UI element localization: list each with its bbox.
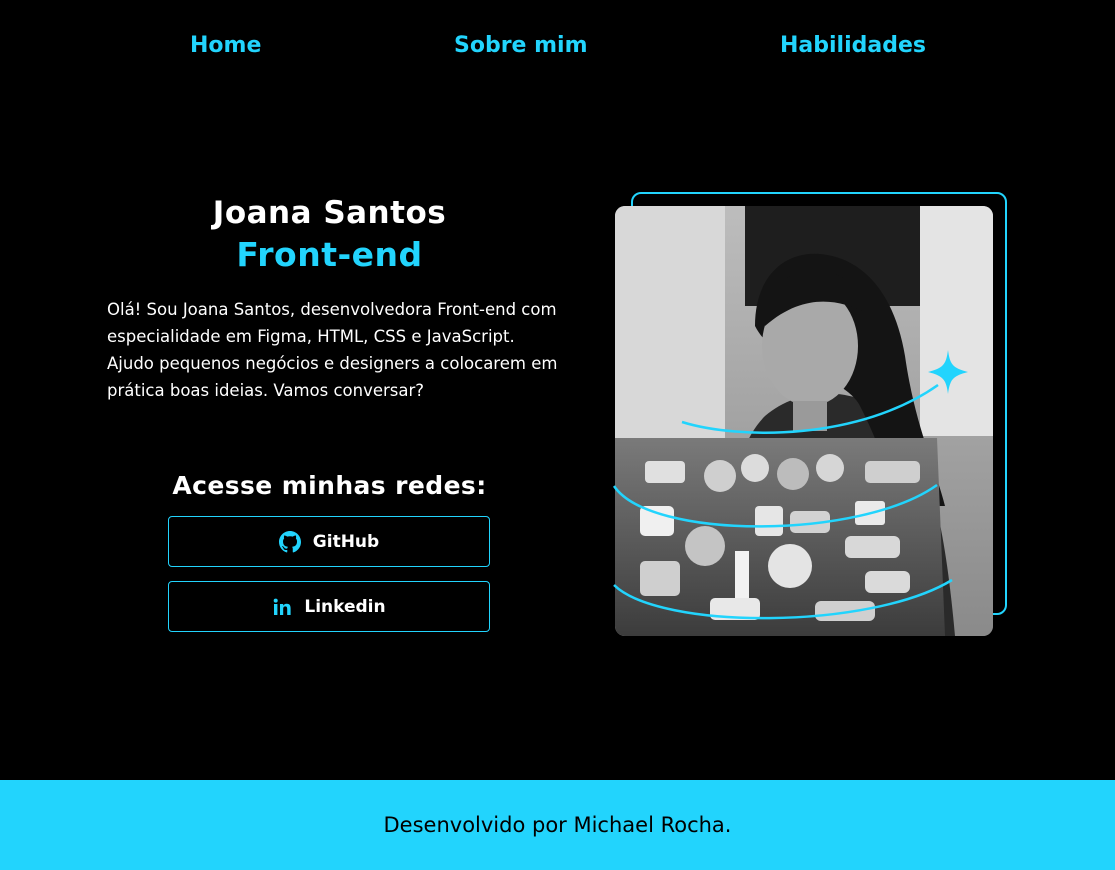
linkedin-label: Linkedin [304,596,386,617]
social-title: Acesse minhas redes: [172,471,487,500]
hero-bio: Olá! Sou Joana Santos, desenvolvedora Fr… [107,300,558,400]
profile-photo [615,206,993,636]
github-button[interactable]: GitHub [168,516,490,567]
footer: Desenvolvido por Michael Rocha. [0,780,1115,870]
linkedin-icon [272,597,292,617]
hero-name: Joana Santos [212,195,447,231]
main-nav: Home Sobre mim Habilidades [0,0,1115,95]
nav-link-home[interactable]: Home [190,33,261,58]
footer-credit: Desenvolvido por Michael Rocha. [383,813,732,837]
hero-role: Front-end [236,235,423,274]
github-icon [278,530,301,553]
nav-link-sobre-mim[interactable]: Sobre mim [454,33,588,58]
github-label: GitHub [312,531,380,552]
nav-link-habilidades[interactable]: Habilidades [780,33,926,58]
linkedin-button[interactable]: Linkedin [168,581,490,632]
